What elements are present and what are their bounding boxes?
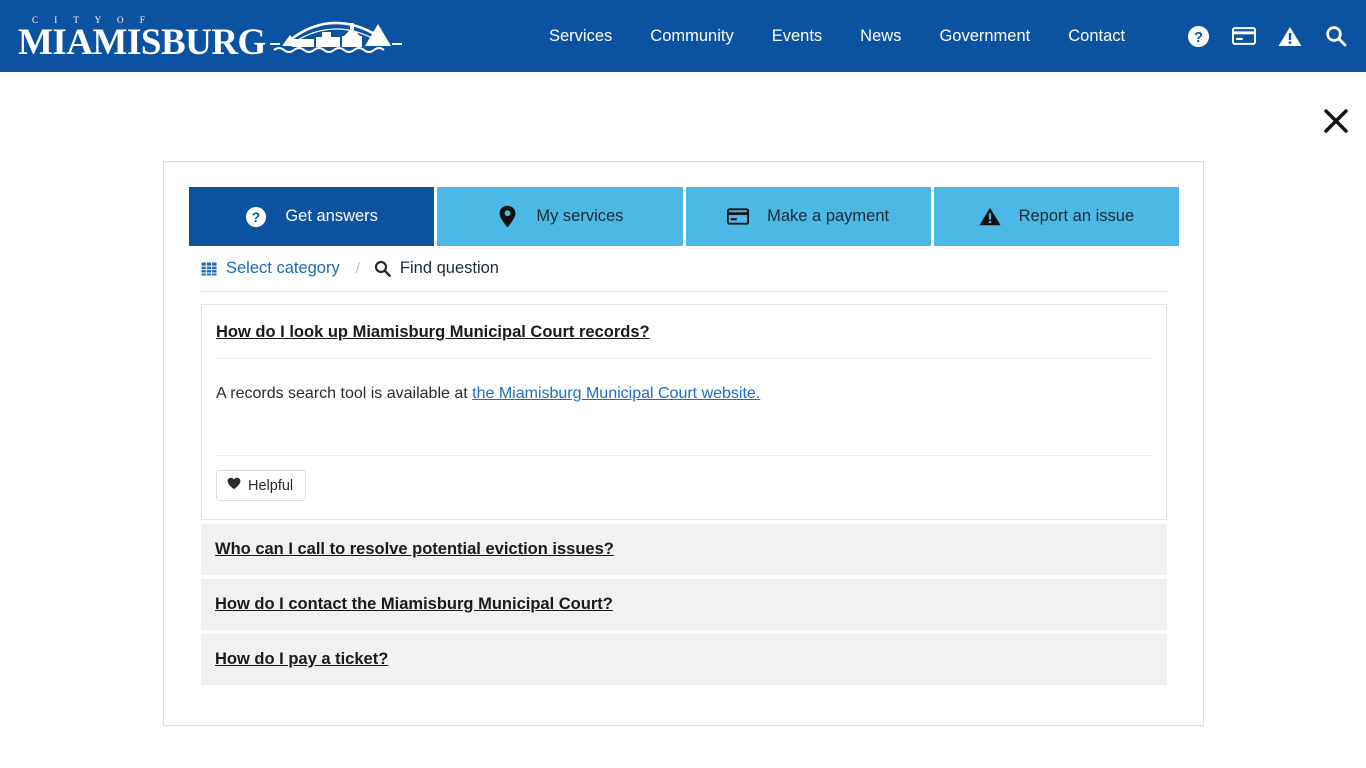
select-category-label: Select category <box>226 259 340 277</box>
tab-label: My services <box>536 207 624 225</box>
grid-icon <box>200 260 218 278</box>
helpful-label: Helpful <box>248 477 294 494</box>
faq-widget-panel: ? Get answers My services Make a payment… <box>163 161 1204 726</box>
warning-triangle-icon <box>979 206 1001 228</box>
tab-report-an-issue[interactable]: Report an issue <box>933 187 1179 246</box>
filter-separator: / <box>355 260 360 277</box>
map-pin-icon <box>496 205 518 228</box>
close-icon[interactable] <box>1319 104 1353 138</box>
panel-inner: ? Get answers My services Make a payment… <box>164 162 1203 685</box>
find-question-label: Find question <box>399 259 499 277</box>
faq-answer-text: A records search tool is available at <box>216 385 473 402</box>
logo-wordmark: MIAMISBURG <box>18 22 266 63</box>
faq-item-expanded: How do I look up Miamisburg Municipal Co… <box>201 304 1167 520</box>
site-logo[interactable]: C I T Y O F MIAMISBURG <box>18 11 402 61</box>
tab-label: Make a payment <box>767 207 890 225</box>
faq-question-toggle[interactable]: How do I look up Miamisburg Municipal Co… <box>216 305 650 358</box>
faq-answer: A records search tool is available at th… <box>216 359 1152 455</box>
credit-card-icon <box>727 206 750 228</box>
faq-item-collapsed[interactable]: Who can I call to resolve potential evic… <box>201 524 1167 575</box>
svg-text:?: ? <box>1194 29 1203 45</box>
riverfront-skyline-icon <box>269 10 402 59</box>
select-category-button[interactable]: Select category <box>200 259 340 278</box>
faq-question: Who can I call to resolve potential evic… <box>215 540 614 558</box>
find-question-button[interactable]: Find question <box>374 259 499 278</box>
widget-tabs: ? Get answers My services Make a payment… <box>189 187 1179 246</box>
nav-link-services[interactable]: Services <box>530 21 631 52</box>
helpful-button[interactable]: Helpful <box>216 470 307 501</box>
faq-question: How do I contact the Miamisburg Municipa… <box>215 595 613 613</box>
search-icon[interactable] <box>1324 24 1348 48</box>
nav-link-events[interactable]: Events <box>753 21 841 52</box>
question-circle-icon[interactable]: ? <box>1186 24 1210 48</box>
header-icon-group: ? <box>1186 0 1348 72</box>
tab-get-answers[interactable]: ? Get answers <box>189 187 435 246</box>
tab-label: Get answers <box>285 207 378 225</box>
credit-card-icon[interactable] <box>1232 24 1256 48</box>
faq-item-collapsed[interactable]: How do I pay a ticket? <box>201 634 1167 685</box>
site-header: C I T Y O F MIAMISBURG Services Communit… <box>0 0 1366 72</box>
warning-triangle-icon[interactable] <box>1278 24 1302 48</box>
nav-link-news[interactable]: News <box>841 21 920 52</box>
main-navigation: Services Community Events News Governmen… <box>530 0 1144 72</box>
faq-answer-link[interactable]: the Miamisburg Municipal Court website. <box>472 385 760 402</box>
faq-question: How do I pay a ticket? <box>215 650 389 668</box>
filter-row: Select category / Find question <box>189 246 1179 291</box>
svg-text:?: ? <box>252 210 260 225</box>
faq-list: How do I look up Miamisburg Municipal Co… <box>189 292 1179 685</box>
faq-item-collapsed[interactable]: How do I contact the Miamisburg Municipa… <box>201 579 1167 630</box>
nav-link-contact[interactable]: Contact <box>1049 21 1144 52</box>
nav-link-government[interactable]: Government <box>920 21 1049 52</box>
tab-my-services[interactable]: My services <box>437 187 683 246</box>
tab-make-a-payment[interactable]: Make a payment <box>685 187 931 246</box>
heart-icon <box>227 477 241 494</box>
nav-link-community[interactable]: Community <box>631 21 752 52</box>
question-circle-icon: ? <box>245 206 267 228</box>
tab-label: Report an issue <box>1018 207 1135 225</box>
search-icon <box>374 260 392 278</box>
logo-text: C I T Y O F MIAMISBURG <box>18 16 266 63</box>
faq-footer: Helpful <box>216 456 1152 519</box>
